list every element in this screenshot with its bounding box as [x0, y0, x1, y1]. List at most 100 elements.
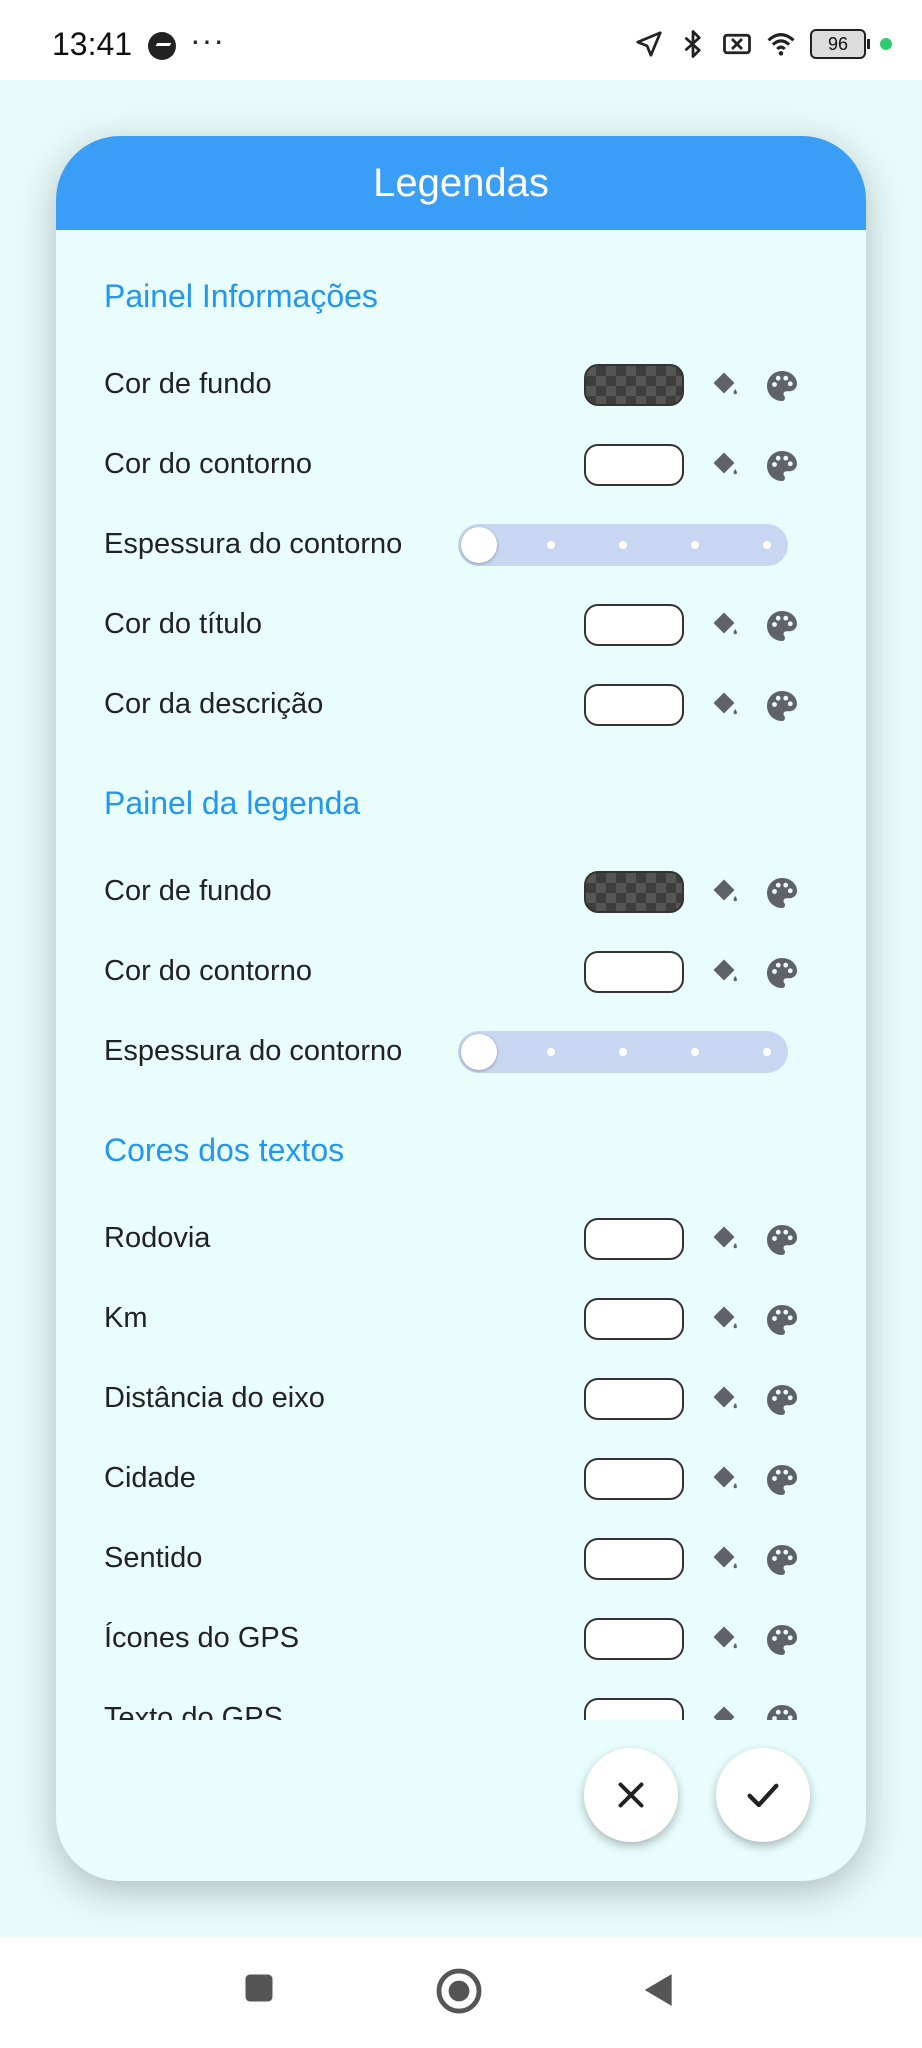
row-label: Cor de fundo [104, 368, 272, 400]
back-triangle-icon[interactable] [640, 1970, 678, 2010]
row-label: Km [104, 1302, 148, 1334]
color-swatch[interactable] [584, 1218, 684, 1260]
section-title-painel-legenda: Painel da legenda [104, 785, 361, 821]
row-label: Cidade [104, 1462, 196, 1494]
slider-tick [547, 1048, 555, 1056]
slider-tick [619, 541, 627, 549]
row-painel-legenda-cor-contorno: Cor do contorno [104, 945, 824, 1005]
wifi-icon [767, 33, 795, 56]
format-color-fill-icon[interactable] [706, 1382, 742, 1418]
confirm-button[interactable] [716, 1748, 810, 1842]
dialog-title: Legendas [56, 136, 866, 230]
format-color-fill-icon[interactable] [706, 1222, 742, 1258]
color-swatch[interactable] [584, 871, 684, 913]
legendas-dialog: Legendas Painel Informações Cor de fundo… [56, 136, 866, 1881]
row-texto-rodovia: Rodovia [104, 1212, 824, 1272]
thickness-slider[interactable] [458, 1031, 788, 1073]
format-color-fill-icon[interactable] [706, 955, 742, 991]
row-texto-distancia-eixo: Distância do eixo [104, 1372, 824, 1432]
section-title-cores-textos: Cores dos textos [104, 1132, 345, 1168]
close-icon [618, 1782, 644, 1808]
row-painel-info-cor-descricao: Cor da descrição [104, 678, 824, 738]
color-swatch[interactable] [584, 951, 684, 993]
color-swatch[interactable] [584, 364, 684, 406]
check-icon [747, 1783, 779, 1808]
row-label: Distância do eixo [104, 1382, 325, 1414]
color-swatch[interactable] [584, 1538, 684, 1580]
color-swatch[interactable] [584, 684, 684, 726]
recents-square-icon[interactable] [241, 1970, 277, 2006]
color-swatch[interactable] [584, 1298, 684, 1340]
status-time: 13:41 [52, 26, 133, 62]
slider-tick [763, 541, 771, 549]
format-color-fill-icon[interactable] [706, 875, 742, 911]
row-label: Cor da descrição [104, 688, 324, 720]
row-painel-legenda-cor-fundo: Cor de fundo [104, 865, 824, 925]
no-sim-icon [723, 33, 751, 55]
settings-scroll-area[interactable]: Painel Informações Cor de fundo Cor do c… [56, 230, 866, 1720]
more-notifications-icon: ··· [190, 22, 225, 58]
row-texto-icones-gps: Ícones do GPS [104, 1612, 824, 1672]
color-swatch[interactable] [584, 444, 684, 486]
row-label: Espessura do contorno [104, 528, 403, 560]
row-label: Rodovia [104, 1222, 211, 1254]
format-color-fill-icon[interactable] [706, 608, 742, 644]
format-color-fill-icon[interactable] [706, 1542, 742, 1578]
slider-thumb[interactable] [461, 527, 497, 563]
location-icon [636, 31, 662, 57]
palette-icon[interactable] [764, 688, 800, 724]
slider-tick [763, 1048, 771, 1056]
slider-tick [619, 1048, 627, 1056]
row-painel-legenda-espessura: Espessura do contorno [104, 1025, 824, 1085]
palette-icon[interactable] [764, 1542, 800, 1578]
battery-icon: 96 [810, 29, 870, 59]
color-swatch[interactable] [584, 1378, 684, 1420]
palette-icon[interactable] [764, 1382, 800, 1418]
row-painel-info-cor-titulo: Cor do título [104, 598, 824, 658]
format-color-fill-icon[interactable] [706, 448, 742, 484]
palette-icon[interactable] [764, 1222, 800, 1258]
navigation-bar [0, 1937, 922, 2048]
palette-icon[interactable] [764, 368, 800, 404]
row-label: Cor do título [104, 608, 262, 640]
color-swatch[interactable] [584, 1698, 684, 1720]
color-swatch[interactable] [584, 604, 684, 646]
row-label: Texto do GPS [104, 1702, 283, 1720]
format-color-fill-icon[interactable] [706, 688, 742, 724]
palette-icon[interactable] [764, 1302, 800, 1338]
privacy-dot-icon [880, 38, 892, 50]
format-color-fill-icon[interactable] [706, 1462, 742, 1498]
status-bar: 13:41 ··· 96 [0, 0, 922, 80]
cancel-button[interactable] [584, 1748, 678, 1842]
bluetooth-icon [684, 30, 701, 58]
section-title-painel-informacoes: Painel Informações [104, 278, 378, 314]
row-label: Ícones do GPS [104, 1622, 300, 1654]
row-texto-cidade: Cidade [104, 1452, 824, 1512]
palette-icon[interactable] [764, 1622, 800, 1658]
slider-tick [691, 1048, 699, 1056]
row-label: Espessura do contorno [104, 1035, 403, 1067]
row-label: Sentido [104, 1542, 203, 1574]
row-painel-info-espessura: Espessura do contorno [104, 518, 824, 578]
row-label: Cor do contorno [104, 955, 312, 987]
palette-icon[interactable] [764, 955, 800, 991]
palette-icon[interactable] [764, 608, 800, 644]
slider-thumb[interactable] [461, 1034, 497, 1070]
format-color-fill-icon[interactable] [706, 1622, 742, 1658]
palette-icon[interactable] [764, 875, 800, 911]
format-color-fill-icon[interactable] [706, 1302, 742, 1338]
home-circle-icon[interactable] [435, 1967, 483, 2015]
messenger-icon [148, 32, 176, 60]
row-label: Cor de fundo [104, 875, 272, 907]
color-swatch[interactable] [584, 1458, 684, 1500]
palette-icon[interactable] [764, 448, 800, 484]
palette-icon[interactable] [764, 1702, 800, 1720]
color-swatch[interactable] [584, 1618, 684, 1660]
row-texto-km: Km [104, 1292, 824, 1352]
thickness-slider[interactable] [458, 524, 788, 566]
format-color-fill-icon[interactable] [706, 368, 742, 404]
row-painel-info-cor-fundo: Cor de fundo [104, 358, 824, 418]
format-color-fill-icon[interactable] [706, 1702, 742, 1720]
dialog-content: Painel Informações Cor de fundo Cor do c… [56, 230, 866, 1855]
palette-icon[interactable] [764, 1462, 800, 1498]
